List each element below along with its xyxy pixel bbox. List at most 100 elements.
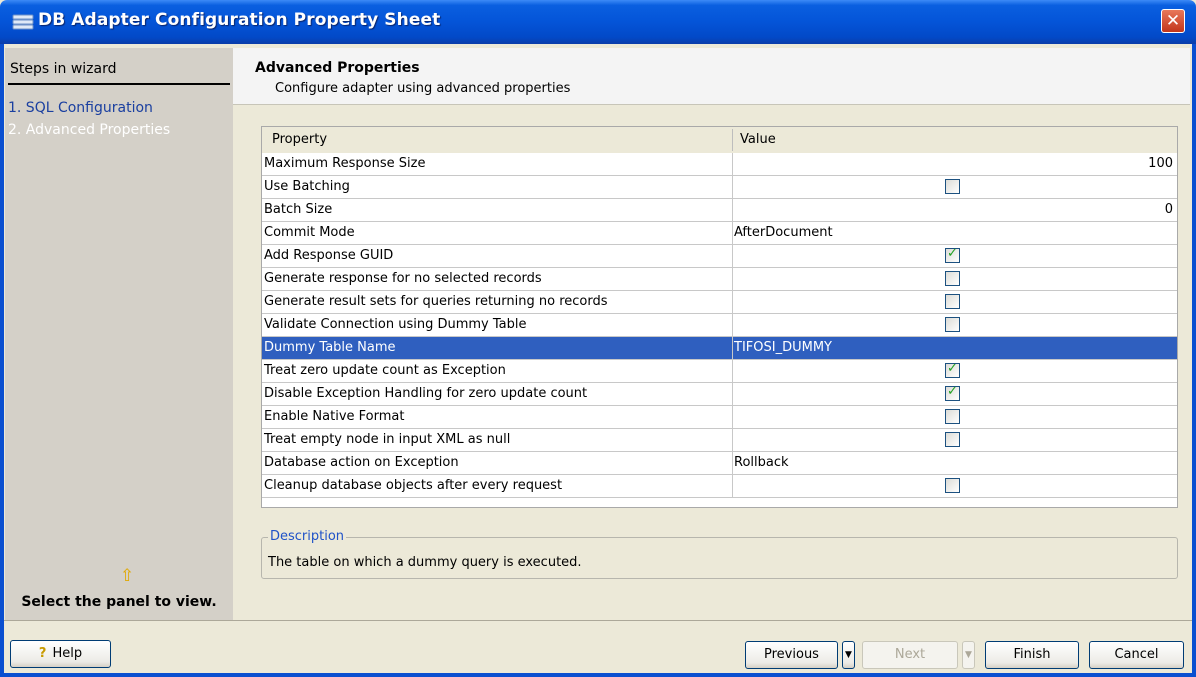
previous-button[interactable]: Previous (745, 641, 838, 669)
property-value[interactable]: TIFOSI_DUMMY (734, 340, 832, 355)
property-checkbox[interactable] (945, 432, 960, 447)
help-button[interactable]: ? Help (10, 640, 111, 668)
table-row[interactable]: Validate Connection using Dummy Table (262, 314, 1177, 337)
window-title: DB Adapter Configuration Property Sheet (38, 10, 441, 30)
cell-divider (732, 337, 733, 360)
property-checkbox[interactable] (945, 271, 960, 286)
window-frame-right (1192, 44, 1196, 677)
property-value[interactable]: Rollback (734, 455, 789, 470)
table-row[interactable]: Generate result sets for queries returni… (262, 291, 1177, 314)
page-subtitle: Configure adapter using advanced propert… (275, 81, 571, 96)
description-box: Description The table on which a dummy q… (261, 529, 1178, 579)
table-row[interactable]: Database action on Exception Rollback (262, 452, 1177, 475)
property-name: Use Batching (264, 179, 350, 194)
main-panel: Advanced Properties Configure adapter us… (233, 48, 1190, 620)
property-name: Add Response GUID (264, 248, 394, 263)
database-icon (12, 14, 34, 30)
property-name: Treat zero update count as Exception (264, 363, 506, 378)
table-header: Property Value (262, 127, 1177, 154)
cancel-button[interactable]: Cancel (1089, 641, 1184, 669)
cell-divider (732, 245, 733, 268)
property-name: Maximum Response Size (264, 156, 426, 171)
cell-divider (732, 452, 733, 475)
property-name: Treat empty node in input XML as null (264, 432, 511, 447)
next-button[interactable]: Next (862, 641, 958, 669)
column-header-value[interactable]: Value (740, 132, 776, 147)
cell-divider (732, 176, 733, 199)
property-checkbox[interactable] (945, 294, 960, 309)
property-checkbox[interactable]: ✓ (945, 361, 960, 378)
property-checkbox[interactable] (945, 478, 960, 493)
cell-divider (732, 383, 733, 406)
chevron-down-icon: ▼ (845, 650, 852, 660)
cell-divider (732, 268, 733, 291)
table-row[interactable]: Commit Mode AfterDocument (262, 222, 1177, 245)
footer-divider (4, 620, 1192, 621)
checkmark-icon: ✓ (947, 246, 958, 261)
cell-divider (732, 222, 733, 245)
finish-button[interactable]: Finish (985, 641, 1079, 669)
step-sql-configuration[interactable]: 1. SQL Configuration (8, 100, 153, 116)
property-name: Database action on Exception (264, 455, 459, 470)
description-text: The table on which a dummy query is exec… (268, 555, 582, 570)
window-frame-bottom (0, 673, 1196, 677)
property-name: Dummy Table Name (264, 340, 396, 355)
property-table: Property Value Maximum Response Size 100 U… (261, 126, 1178, 508)
wizard-steps-panel: Steps in wizard 1. SQL Configuration 2. … (5, 48, 233, 620)
column-header-property[interactable]: Property (272, 132, 327, 147)
panel-header: Advanced Properties Configure adapter us… (233, 48, 1190, 105)
table-row[interactable]: Treat zero update count as Exception ✓ (262, 360, 1177, 383)
cell-divider (732, 314, 733, 337)
table-row[interactable]: Treat empty node in input XML as null (262, 429, 1177, 452)
cell-divider (732, 153, 733, 176)
property-checkbox[interactable] (945, 317, 960, 332)
column-divider[interactable] (732, 129, 733, 151)
checkmark-icon: ✓ (947, 384, 958, 399)
table-row[interactable]: Disable Exception Handling for zero upda… (262, 383, 1177, 406)
next-dropdown-button[interactable]: ▼ (962, 641, 975, 669)
property-name: Batch Size (264, 202, 333, 217)
steps-divider (8, 83, 230, 85)
cell-divider (732, 291, 733, 314)
property-checkbox[interactable]: ✓ (945, 384, 960, 401)
cell-divider (732, 199, 733, 222)
cell-divider (732, 475, 733, 498)
property-number-value[interactable]: 100 (1148, 156, 1173, 171)
property-name: Generate result sets for queries returni… (264, 294, 608, 309)
select-panel-hint: Select the panel to view. (21, 594, 217, 610)
table-row[interactable]: Enable Native Format (262, 406, 1177, 429)
previous-dropdown-button[interactable]: ▼ (842, 641, 855, 669)
table-row[interactable]: Use Batching (262, 176, 1177, 199)
title-bar: DB Adapter Configuration Property Sheet … (0, 0, 1196, 44)
help-label: Help (52, 646, 83, 661)
cell-divider (732, 360, 733, 383)
table-row[interactable]: Dummy Table Name TIFOSI_DUMMY (262, 337, 1177, 360)
step-advanced-properties[interactable]: 2. Advanced Properties (8, 122, 170, 138)
property-name: Generate response for no selected record… (264, 271, 542, 286)
page-title: Advanced Properties (255, 60, 420, 76)
table-row[interactable]: Maximum Response Size 100 (262, 153, 1177, 176)
property-name: Enable Native Format (264, 409, 405, 424)
property-checkbox[interactable] (945, 409, 960, 424)
property-name: Validate Connection using Dummy Table (264, 317, 527, 332)
chevron-down-icon: ▼ (965, 650, 972, 660)
cell-divider (732, 429, 733, 452)
property-checkbox[interactable]: ✓ (945, 246, 960, 263)
steps-title: Steps in wizard (10, 61, 117, 77)
table-row[interactable]: Generate response for no selected record… (262, 268, 1177, 291)
arrow-up-icon: ⇧ (120, 566, 135, 586)
checkmark-icon: ✓ (947, 361, 958, 376)
property-name: Disable Exception Handling for zero upda… (264, 386, 588, 401)
table-row[interactable]: Batch Size 0 (262, 199, 1177, 222)
cell-divider (732, 406, 733, 429)
close-icon: ✕ (1165, 11, 1181, 31)
property-name: Commit Mode (264, 225, 355, 240)
close-button[interactable]: ✕ (1161, 9, 1185, 33)
table-row[interactable]: Add Response GUID ✓ (262, 245, 1177, 268)
table-row[interactable]: Cleanup database objects after every req… (262, 475, 1177, 498)
help-icon: ? (38, 646, 47, 661)
property-number-value[interactable]: 0 (1165, 202, 1173, 217)
property-value[interactable]: AfterDocument (734, 225, 833, 240)
window-frame-left (0, 44, 4, 677)
property-checkbox[interactable] (945, 179, 960, 194)
